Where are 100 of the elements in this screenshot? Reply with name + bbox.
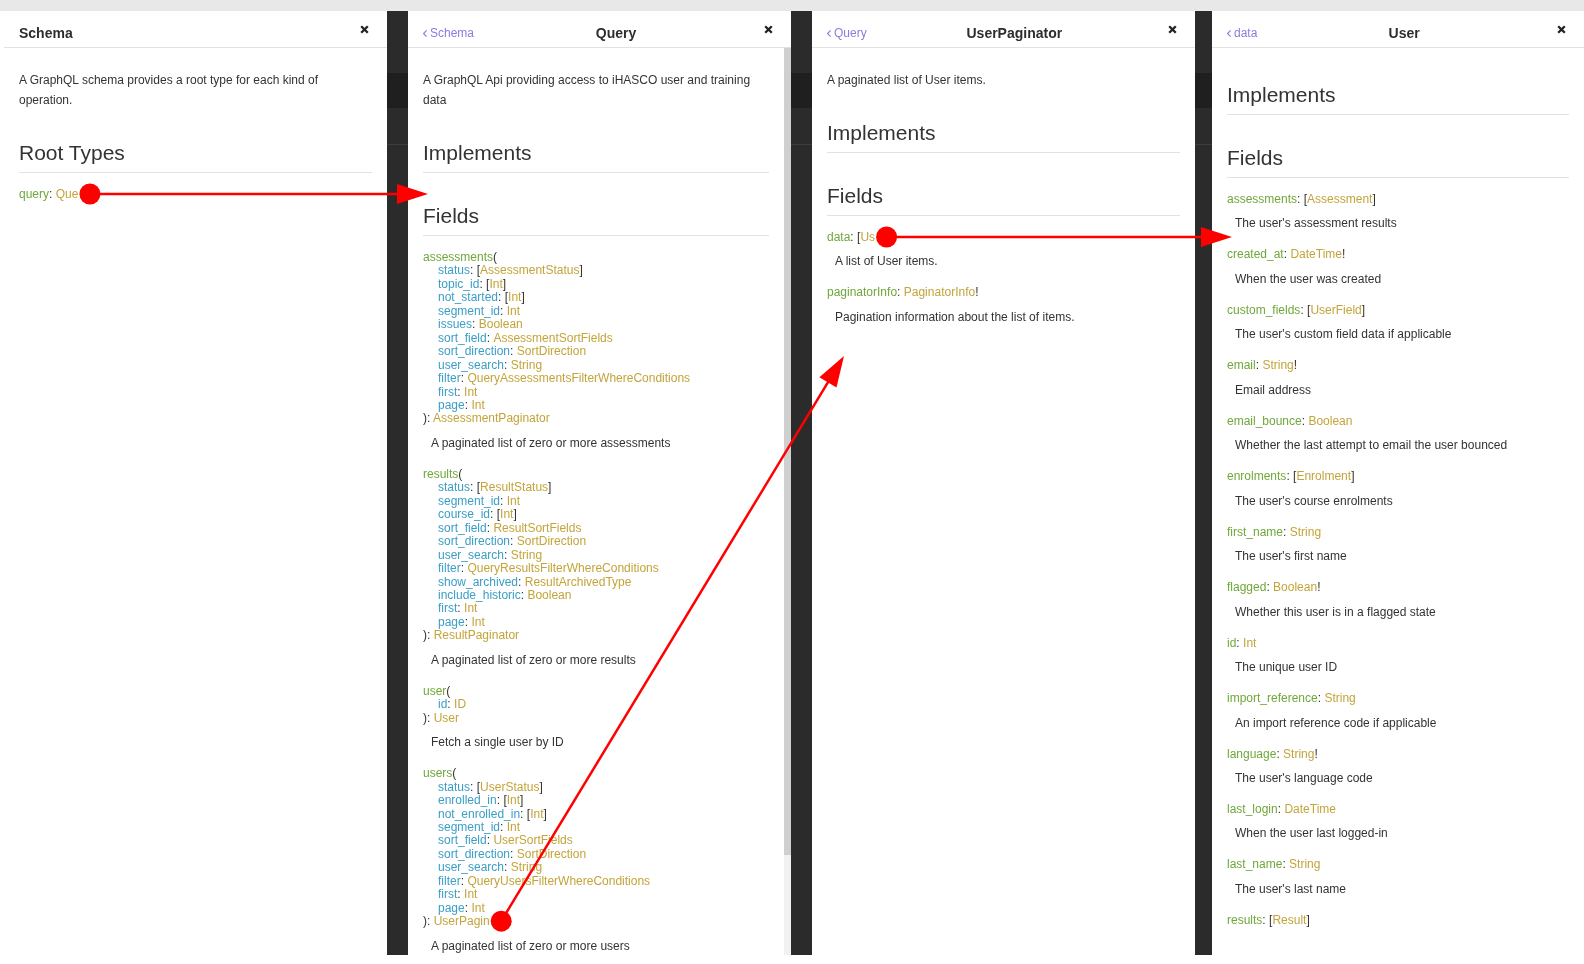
argument-name: page: — [438, 900, 469, 915]
field-name-link[interactable]: assessments: — [1227, 192, 1301, 206]
field-name-link[interactable]: users( — [423, 766, 457, 781]
panel-title: User — [1387, 25, 1421, 41]
chevron-left-icon — [1227, 30, 1231, 37]
type-link[interactable]: [ResultStatus] — [476, 480, 552, 495]
type-link[interactable]: [Result] — [1269, 912, 1310, 927]
argument-name: id: — [438, 697, 451, 712]
field-description: The user's first name — [1234, 548, 1348, 565]
argument-name: segment_id: — [438, 819, 504, 834]
argument-name: status: — [438, 263, 474, 278]
field-description: The user's custom field data if applicable — [1234, 326, 1453, 343]
type-link[interactable]: [UserField] — [1307, 302, 1366, 317]
back-link[interactable]: data — [1227, 26, 1258, 41]
type-link[interactable]: [Int] — [504, 290, 525, 305]
field-description: An import reference code if applicable — [1234, 714, 1438, 731]
argument-name: sort_field: — [438, 833, 491, 848]
close-icon — [763, 24, 773, 34]
panel-title: Schema — [19, 25, 74, 41]
field-description: The user's language code — [1234, 770, 1374, 786]
type-link[interactable]: ): ResultPaginator — [423, 628, 520, 643]
type-link[interactable]: String! — [1283, 746, 1318, 761]
type-link[interactable]: ): UserPagin — [423, 914, 490, 929]
type-link[interactable]: ): User — [423, 710, 459, 725]
argument-name: user_search: — [438, 547, 508, 562]
field-description: Fetch a single user by ID — [430, 734, 565, 751]
field-name-link[interactable]: results( — [423, 466, 463, 481]
argument-name: first: — [438, 384, 461, 399]
argument-name: segment_id: — [438, 303, 504, 318]
type-link[interactable]: PaginatorInfo! — [903, 285, 979, 300]
argument-name: user_search: — [438, 357, 508, 372]
argument-name: not_enrolled_in: — [438, 806, 524, 821]
field-name-link[interactable]: assessments( — [423, 250, 498, 264]
argument-name: topic_id: — [438, 276, 483, 291]
section-heading: Fields — [423, 206, 769, 236]
field-description: A paginated list of zero or more users — [430, 937, 631, 954]
field-name-link[interactable]: custom_fields: — [1227, 302, 1304, 317]
field-name-link[interactable]: first_name: — [1227, 524, 1287, 539]
type-description: A GraphQL schema provides a root type for each kind of operation. — [19, 72, 320, 109]
field-name-link[interactable]: email: — [1227, 358, 1260, 373]
type-description: A paginated list of User items. — [827, 72, 987, 89]
argument-name: sort_field: — [438, 520, 491, 535]
field-name-link[interactable]: last_login: — [1227, 802, 1282, 816]
section-heading: Implements — [827, 123, 1180, 153]
back-link[interactable]: Query — [827, 26, 867, 41]
section-heading: Implements — [1227, 85, 1569, 115]
argument-name: filter: — [438, 561, 464, 576]
type-link[interactable]: DateTime! — [1290, 247, 1346, 262]
section-heading: Fields — [827, 186, 1180, 216]
back-link[interactable]: Schema — [423, 26, 475, 41]
type-link[interactable]: [AssessmentStatus] — [476, 263, 583, 278]
type-link[interactable]: [Int] — [526, 806, 547, 821]
type-link[interactable]: [UserStatus] — [476, 779, 543, 794]
field-name-link[interactable]: enrolments: — [1227, 469, 1290, 484]
argument-name: issues: — [438, 317, 476, 332]
chevron-left-icon — [423, 30, 427, 37]
argument-name: segment_id: — [438, 493, 504, 508]
field-description: A paginated list of zero or more assessments — [430, 434, 672, 451]
panel-title: UserPaginator — [965, 25, 1064, 41]
field-name-link[interactable]: results: — [1227, 912, 1266, 927]
argument-name: course_id: — [438, 507, 494, 522]
field-description: Whether this user is in a flagged state — [1234, 603, 1437, 620]
argument-name: page: — [438, 398, 469, 412]
field-description: The user's course enrolments — [1234, 492, 1394, 509]
type-link[interactable]: [Int] — [503, 793, 524, 808]
type-link[interactable]: Boolean! — [1273, 580, 1321, 595]
field-description: The user's last name — [1234, 880, 1347, 897]
argument-name: first: — [438, 887, 461, 902]
panel-title: Query — [594, 25, 638, 41]
type-link[interactable]: [Enrolment] — [1293, 469, 1355, 484]
type-link[interactable]: [Assessment] — [1303, 192, 1376, 206]
field-name-link[interactable]: created_at: — [1227, 247, 1288, 262]
argument-name: filter: — [438, 371, 464, 386]
close-icon — [359, 24, 369, 34]
type-link[interactable]: [Int] — [496, 507, 517, 522]
field-name-link[interactable]: import_reference: — [1227, 691, 1322, 706]
field-description: Pagination information about the list of items. — [834, 308, 1076, 325]
close-icon — [1556, 24, 1566, 34]
field-name-link[interactable]: last_name: — [1227, 857, 1286, 872]
argument-name: not_started: — [438, 290, 502, 305]
field-name-link[interactable]: language: — [1227, 746, 1280, 761]
argument-name: sort_direction: — [438, 846, 514, 861]
type-link[interactable]: [Us — [857, 230, 876, 244]
field-name-link[interactable]: email_bounce: — [1227, 413, 1306, 428]
field-name-link[interactable]: query: — [19, 187, 53, 201]
argument-name: status: — [438, 779, 474, 794]
chevron-left-icon — [827, 30, 831, 37]
argument-name: first: — [438, 601, 461, 616]
close-icon — [1167, 24, 1177, 34]
argument-name: status: — [438, 480, 474, 495]
section-heading: Fields — [1227, 148, 1569, 178]
field-description: A list of User items. — [834, 253, 939, 270]
type-link[interactable]: String! — [1262, 358, 1298, 373]
argument-name: sort_direction: — [438, 534, 514, 549]
field-name-link[interactable]: paginatorInfo: — [827, 285, 901, 300]
type-link[interactable]: ): AssessmentPaginator — [423, 411, 550, 426]
field-name-link[interactable]: user( — [423, 683, 451, 698]
argument-name: enrolled_in: — [438, 793, 501, 808]
field-description: The unique user ID — [1234, 659, 1339, 676]
type-link[interactable]: [Int] — [486, 276, 507, 291]
